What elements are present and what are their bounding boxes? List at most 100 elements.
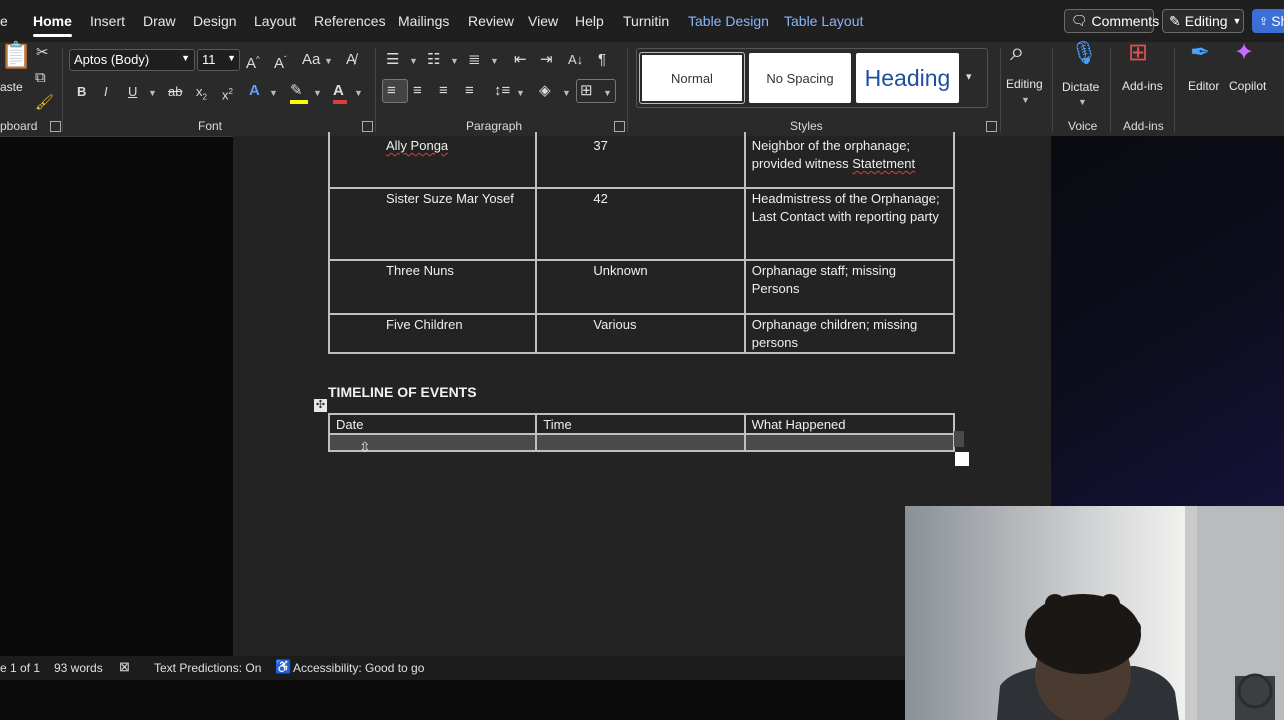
tab-mailings[interactable]: Mailings [398, 13, 449, 29]
chevron-down-icon[interactable]: ▼ [324, 56, 333, 66]
table-cell[interactable]: Various [535, 313, 746, 354]
bold-icon[interactable]: B [77, 83, 86, 101]
accessibility-status[interactable]: Accessibility: Good to go [293, 661, 424, 675]
microphone-icon[interactable]: 🎙 [1070, 42, 1098, 64]
table-cell[interactable]: Orphanage staff; missing Persons [743, 259, 956, 315]
font-name-combo[interactable]: Aptos (Body) ▼ [69, 49, 195, 71]
paste-label[interactable]: aste [0, 80, 23, 94]
show-marks-icon[interactable]: ¶ [598, 51, 606, 69]
table-cell[interactable]: Headmistress of the Orphanage; Last Cont… [743, 187, 956, 261]
tab-insert[interactable]: Insert [90, 13, 125, 29]
tab-file[interactable]: e [0, 13, 8, 29]
table-header-cell[interactable]: Date [327, 413, 538, 435]
cut-icon[interactable]: ✂ [36, 44, 49, 62]
increase-indent-icon[interactable]: ⇥ [540, 51, 553, 69]
clipboard-dialog-launcher[interactable] [50, 121, 61, 132]
text-effects-icon[interactable]: A [249, 82, 260, 100]
table-cell[interactable]: Unknown [535, 259, 746, 315]
superscript-icon[interactable]: x2 [222, 83, 233, 104]
highlight-icon[interactable]: ✎ [290, 82, 308, 104]
tab-table-design[interactable]: Table Design [688, 13, 769, 29]
table-cell[interactable]: Three Nuns [327, 259, 538, 315]
page-count[interactable]: e 1 of 1 [0, 661, 40, 675]
style-normal[interactable]: Normal [639, 52, 745, 104]
persons-table[interactable]: Ally Ponga 37 Neighbor of the orphanage;… [327, 132, 956, 354]
copilot-label[interactable]: Copilot [1229, 79, 1266, 93]
font-size-combo[interactable]: 11 ▼ [197, 49, 240, 71]
shrink-font-icon[interactable]: Aˇ [274, 51, 287, 73]
table-cell[interactable]: 37 [535, 132, 746, 189]
chevron-down-icon[interactable]: ▼ [1078, 97, 1087, 107]
search-icon[interactable]: ⌕ [1010, 38, 1025, 64]
style-heading[interactable]: Heading [856, 53, 959, 103]
bullets-icon[interactable]: ☰ [386, 51, 399, 69]
tab-view[interactable]: View [528, 13, 558, 29]
chevron-down-icon[interactable]: ▼ [562, 88, 571, 98]
copilot-icon[interactable]: ✦ [1234, 41, 1254, 65]
justify-icon[interactable]: ≡ [465, 82, 474, 100]
change-case-icon[interactable]: Aa [302, 51, 320, 69]
editing-button-label[interactable]: Editing [1006, 77, 1043, 91]
addins-grid-icon[interactable]: ⊞ [1128, 41, 1148, 65]
dictate-label[interactable]: Dictate [1062, 80, 1099, 94]
proofing-icon[interactable]: ⊠ [119, 659, 130, 675]
table-cell[interactable] [743, 433, 956, 452]
numbering-icon[interactable]: ☷ [427, 51, 440, 69]
strikethrough-icon[interactable]: ab [168, 83, 182, 101]
multilevel-list-icon[interactable]: ≣ [468, 51, 481, 69]
style-no-spacing[interactable]: No Spacing [749, 53, 851, 103]
decrease-indent-icon[interactable]: ⇤ [514, 51, 527, 69]
table-cell[interactable]: 42 [535, 187, 746, 261]
paste-icon[interactable]: 📋 [0, 42, 32, 68]
italic-icon[interactable]: I [104, 83, 108, 101]
tab-draw[interactable]: Draw [143, 13, 176, 29]
editor-label[interactable]: Editor [1188, 79, 1219, 93]
chevron-down-icon[interactable]: ▼ [354, 88, 363, 98]
chevron-down-icon[interactable]: ▼ [269, 88, 278, 98]
chevron-down-icon[interactable]: ▼ [516, 88, 525, 98]
sort-icon[interactable]: A↓ [568, 51, 583, 69]
timeline-table[interactable]: Date Time What Happened [327, 413, 956, 452]
borders-icon[interactable]: ⊞ [580, 82, 593, 100]
paragraph-dialog-launcher[interactable] [614, 121, 625, 132]
table-header-cell[interactable]: What Happened [743, 413, 956, 435]
font-dialog-launcher[interactable] [362, 121, 373, 132]
tab-table-layout[interactable]: Table Layout [784, 13, 863, 29]
clear-formatting-icon[interactable]: A̸ [346, 51, 356, 69]
chevron-down-icon[interactable]: ▼ [490, 56, 499, 66]
shading-icon[interactable]: ◈ [539, 82, 551, 100]
table-cell[interactable] [535, 433, 746, 452]
tab-turnitin[interactable]: Turnitin [623, 13, 669, 29]
tab-home[interactable]: Home [33, 13, 72, 37]
editor-pen-icon[interactable]: ✒ [1190, 41, 1210, 65]
table-header-cell[interactable]: Time [535, 413, 746, 435]
addins-button-label[interactable]: Add-ins [1122, 79, 1163, 93]
align-left-icon[interactable]: ≡ [387, 82, 396, 100]
line-spacing-icon[interactable]: ↕≡ [494, 82, 510, 100]
chevron-down-icon[interactable]: ▼ [313, 88, 322, 98]
tab-help[interactable]: Help [575, 13, 604, 29]
tab-layout[interactable]: Layout [254, 13, 296, 29]
tab-references[interactable]: References [314, 13, 386, 29]
align-right-icon[interactable]: ≡ [439, 82, 448, 100]
table-cell[interactable]: Orphanage children; missing persons [743, 313, 956, 354]
table-cell[interactable]: Sister Suze Mar Yosef [327, 187, 538, 261]
word-count[interactable]: 93 words [54, 661, 103, 675]
table-cell[interactable]: Ally Ponga [327, 132, 538, 189]
format-painter-icon[interactable]: 🖌 [35, 94, 54, 112]
grow-font-icon[interactable]: A^ [246, 51, 260, 73]
text-predictions[interactable]: Text Predictions: On [154, 661, 261, 675]
table-cell[interactable]: Neighbor of the orphanage; provided witn… [743, 132, 956, 189]
chevron-down-icon[interactable]: ▼ [603, 88, 612, 98]
styles-more-icon[interactable]: ▾ [966, 68, 972, 86]
center-icon[interactable]: ≡ [413, 82, 422, 100]
chevron-down-icon[interactable]: ▼ [1021, 95, 1030, 105]
editing-mode-button[interactable]: ✎ Editing ▼ [1162, 9, 1244, 33]
table-move-handle-icon[interactable]: ✣ [314, 399, 327, 412]
comments-button[interactable]: 🗨 Comments [1064, 9, 1159, 33]
tab-design[interactable]: Design [193, 13, 237, 29]
styles-dialog-launcher[interactable] [986, 121, 997, 132]
table-resize-handle-icon[interactable] [955, 452, 969, 466]
tab-review[interactable]: Review [468, 13, 514, 29]
share-button[interactable]: ⇪ Sh [1252, 9, 1284, 33]
